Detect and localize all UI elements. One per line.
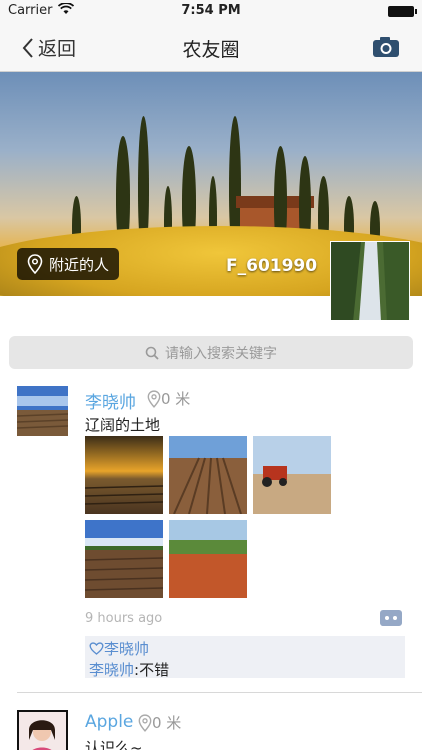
page-title: 农友圈 bbox=[182, 39, 240, 61]
post-image[interactable] bbox=[84, 520, 164, 598]
nearby-people-button[interactable]: 附近的人 bbox=[17, 248, 120, 280]
post-divider bbox=[17, 692, 422, 693]
navigation-bar: 返回 农友圈 bbox=[0, 22, 422, 72]
battery-icon bbox=[388, 6, 417, 17]
post-text: 认识么~ bbox=[85, 739, 143, 750]
post-author-name[interactable]: Apple bbox=[85, 712, 133, 732]
post-image[interactable] bbox=[169, 520, 247, 598]
location-pin-icon bbox=[138, 713, 152, 732]
search-icon bbox=[145, 346, 159, 360]
avatar[interactable] bbox=[17, 386, 68, 436]
heart-icon bbox=[89, 642, 104, 655]
status-bar: Carrier 7:54 PM bbox=[0, 0, 422, 22]
like-row: 李晓帅 bbox=[89, 638, 401, 659]
post-image[interactable] bbox=[84, 436, 164, 514]
nearby-label: 附近的人 bbox=[49, 255, 110, 274]
comment-box: 李晓帅 李晓帅:不错 bbox=[85, 636, 405, 680]
post-text: 辽阔的土地 bbox=[85, 416, 161, 434]
post-timestamp: 9 hours ago bbox=[85, 611, 163, 626]
camera-icon[interactable] bbox=[372, 36, 400, 58]
search-input[interactable]: 请输入搜索关键字 bbox=[9, 336, 413, 369]
distance-label: 0 米 bbox=[152, 714, 182, 732]
comment-text: :不错 bbox=[134, 661, 170, 679]
post-image[interactable] bbox=[253, 436, 331, 514]
distance-label: 0 米 bbox=[161, 390, 191, 408]
post-author-name[interactable]: 李晓帅 bbox=[85, 388, 136, 413]
location-pin-icon bbox=[147, 389, 161, 408]
post-image[interactable] bbox=[169, 436, 247, 515]
clock-label: 7:54 PM bbox=[181, 3, 241, 18]
profile-avatar[interactable] bbox=[330, 241, 410, 321]
post-distance: 0 米 bbox=[147, 388, 190, 409]
location-pin-icon bbox=[27, 254, 43, 274]
comment-row: 李晓帅:不错 bbox=[89, 659, 401, 680]
liked-by-name[interactable]: 李晓帅 bbox=[104, 638, 149, 659]
comment-author[interactable]: 李晓帅 bbox=[89, 661, 134, 679]
post-distance: 0 米 bbox=[138, 712, 181, 733]
search-placeholder: 请输入搜索关键字 bbox=[165, 345, 277, 362]
avatar[interactable] bbox=[17, 710, 68, 750]
profile-username: F_601990 bbox=[226, 256, 318, 276]
comment-icon[interactable] bbox=[380, 610, 402, 626]
